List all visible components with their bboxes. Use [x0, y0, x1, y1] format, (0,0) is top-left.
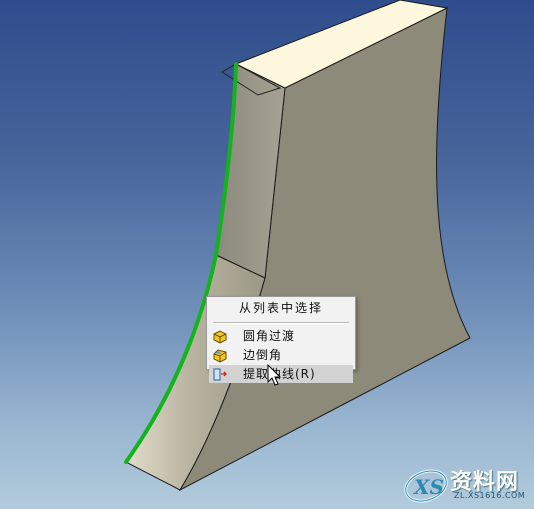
fillet-icon	[213, 330, 227, 344]
3d-model-scene[interactable]	[0, 0, 534, 509]
menu-separator	[213, 322, 349, 324]
watermark-logo: XS	[404, 469, 448, 503]
cad-viewport[interactable]: 从列表中选择 圆角过渡 边倒角 提取曲线(R) XS 资料网 ZL.XS1616…	[0, 0, 534, 509]
context-menu: 从列表中选择 圆角过渡 边倒角 提取曲线(R)	[206, 296, 356, 383]
menu-item-label: 边倒角	[243, 348, 283, 362]
mouse-pointer-icon	[267, 364, 282, 386]
watermark-url: ZL.XS1616.COM	[454, 491, 526, 500]
watermark: XS 资料网 ZL.XS1616.COM	[400, 462, 534, 509]
extract-curve-icon	[213, 368, 227, 381]
menu-item-chamfer[interactable]: 边倒角	[209, 346, 353, 364]
menu-title: 从列表中选择	[238, 301, 323, 315]
chamfer-icon	[213, 349, 227, 363]
menu-item-fillet[interactable]: 圆角过渡	[209, 327, 353, 345]
watermark-logo-text: XS	[412, 475, 444, 499]
menu-item-label: 圆角过渡	[243, 329, 296, 343]
